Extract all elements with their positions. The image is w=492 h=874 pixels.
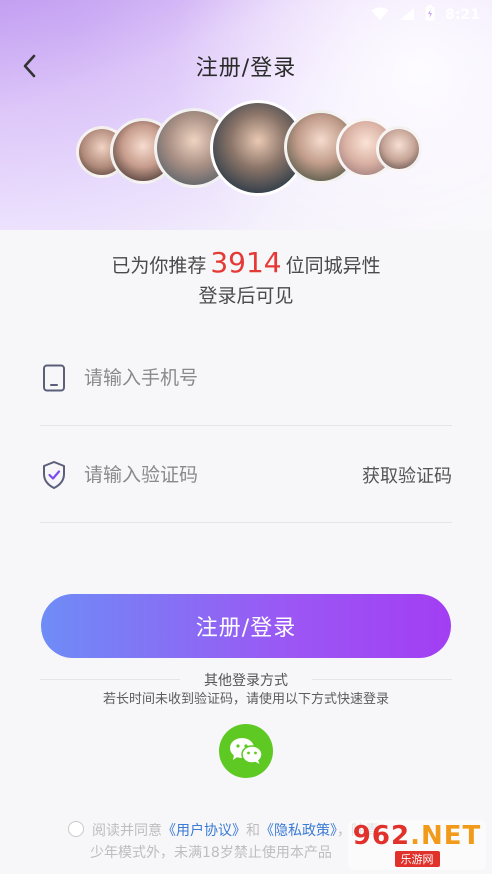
other-login-hint: 若长时间未收到验证码，请使用以下方式快速登录: [102, 692, 389, 707]
status-bar: 8:21: [0, 0, 492, 30]
get-code-button[interactable]: 获取验证码: [362, 462, 452, 488]
watermark-logo: 962.NET 乐游网: [348, 820, 486, 870]
phone-input[interactable]: [84, 366, 452, 389]
user-agreement-link[interactable]: 《用户协议》: [162, 823, 246, 839]
agreement-and: 和: [246, 823, 260, 839]
privacy-policy-link[interactable]: 《隐私政策》: [260, 823, 337, 839]
top-app-bar: 注册/登录: [0, 38, 492, 94]
avatar-group: [0, 100, 492, 200]
recommend-line2: 登录后可见: [198, 285, 294, 307]
avatar: [376, 126, 422, 172]
wechat-icon: [230, 738, 263, 764]
battery-icon: [425, 5, 435, 25]
wechat-login-button[interactable]: [219, 724, 273, 778]
recommend-count: 3914: [210, 246, 282, 279]
phone-icon: [40, 364, 68, 392]
other-login-title: 其他登录方式: [204, 673, 288, 689]
back-button[interactable]: [12, 48, 48, 84]
shield-check-icon: [40, 460, 68, 489]
recommend-suffix: 位同城异性: [285, 255, 381, 277]
code-field: 获取验证码: [40, 427, 452, 523]
watermark-sub: 乐游网: [394, 851, 440, 867]
login-button[interactable]: 注册/登录: [41, 594, 451, 658]
status-time: 8:21: [445, 7, 480, 23]
agreement-checkbox[interactable]: [68, 821, 84, 837]
page-title: 注册/登录: [195, 56, 297, 81]
code-input[interactable]: [84, 463, 362, 486]
chevron-left-icon: [23, 54, 36, 78]
recommend-text: 已为你推荐 3914 位同城异性 登录后可见: [0, 248, 492, 311]
recommend-prefix: 已为你推荐: [111, 255, 207, 277]
watermark-number: 962: [352, 821, 411, 851]
wifi-icon: [371, 6, 389, 25]
signal-icon: [399, 6, 415, 25]
watermark-main: 962.NET: [353, 823, 481, 849]
watermark-net: .NET: [410, 821, 482, 851]
phone-field: [40, 330, 452, 426]
agreement-text-1: 阅读并同意: [92, 823, 162, 839]
